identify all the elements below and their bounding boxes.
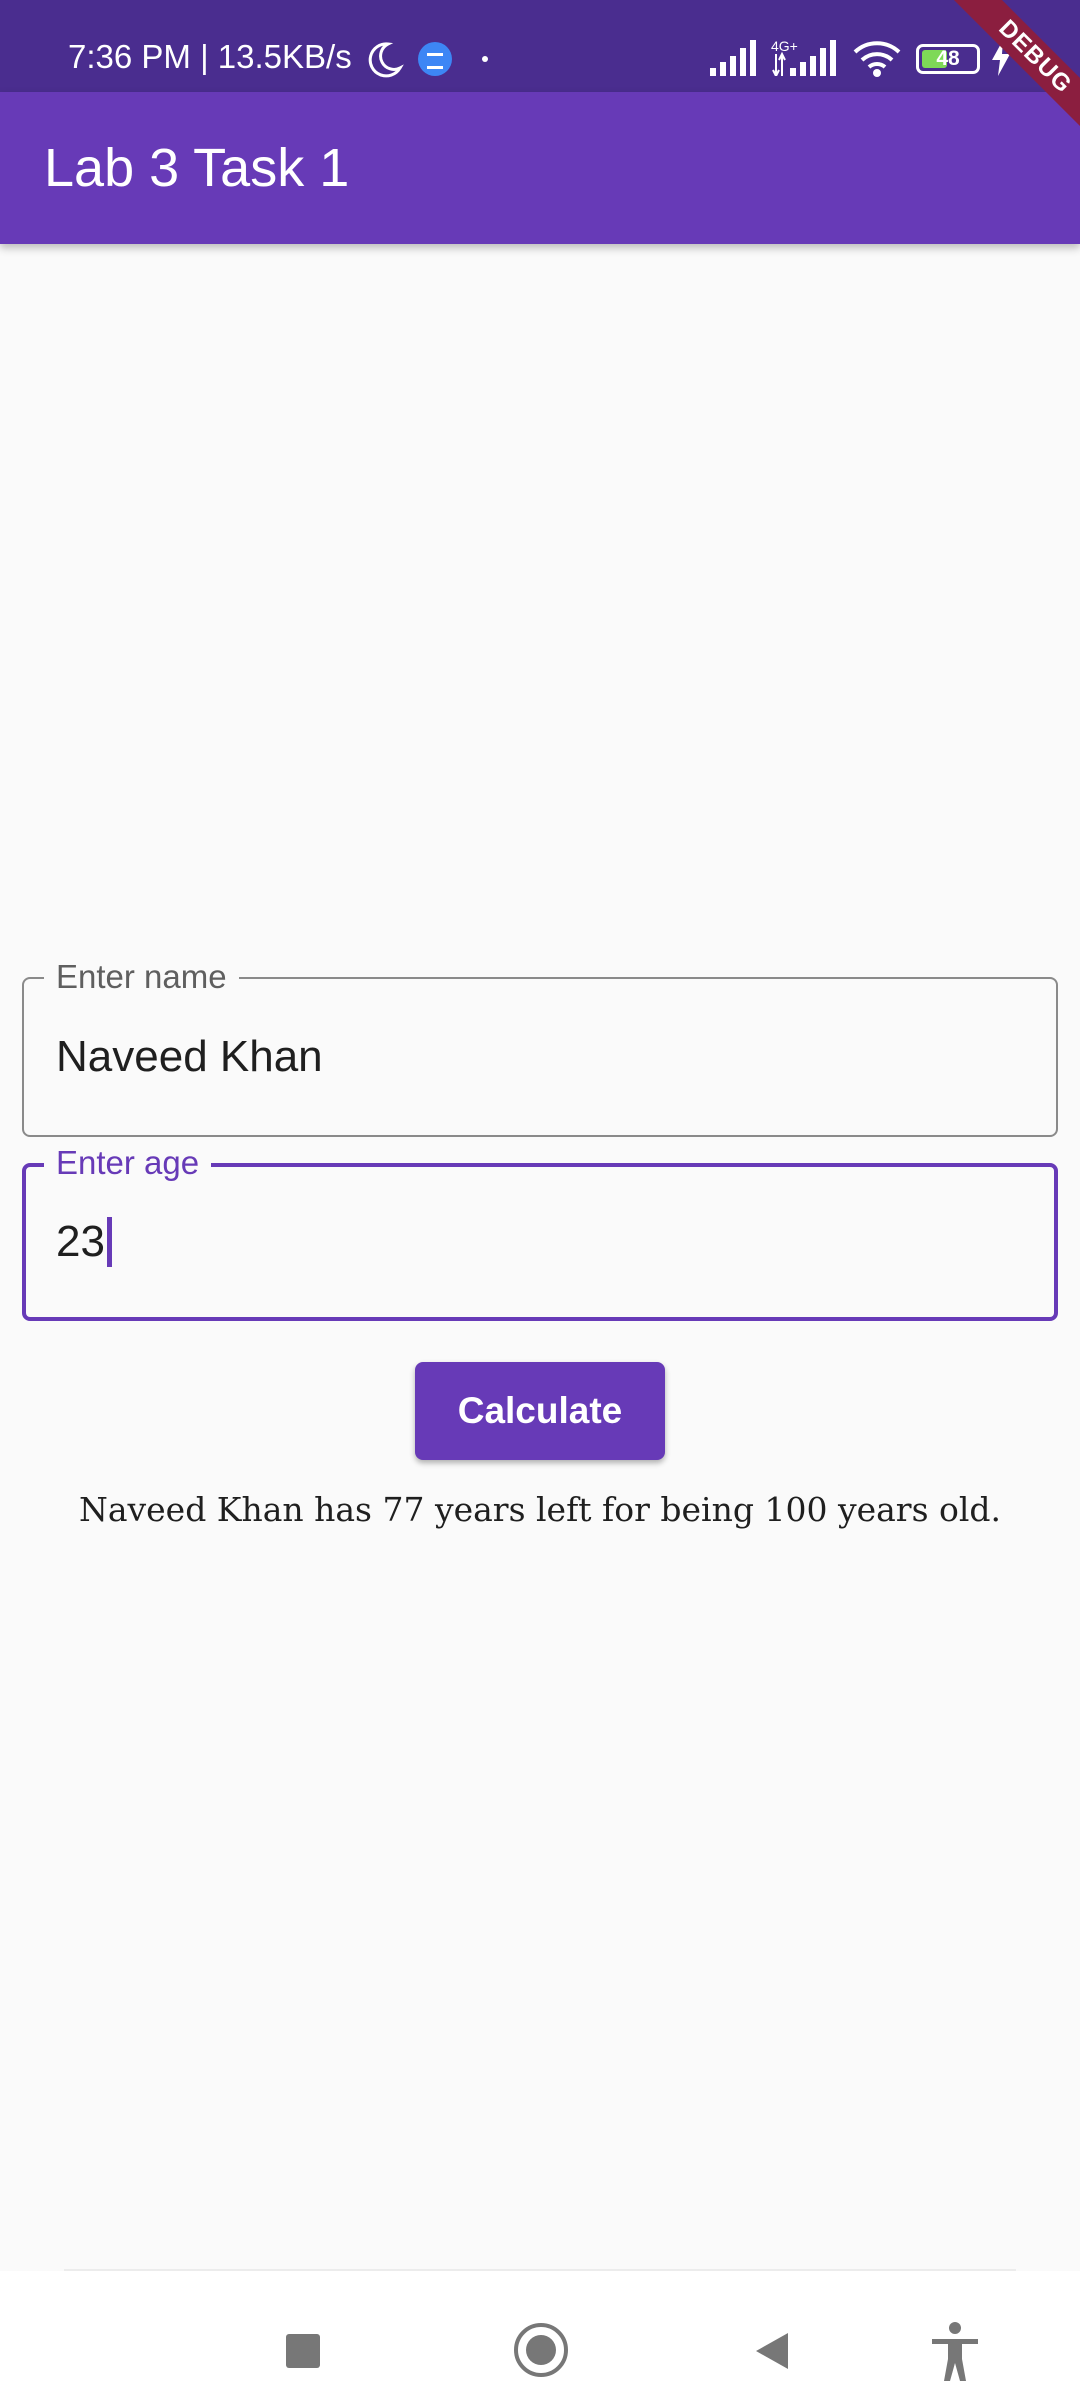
accessibility-icon[interactable] — [930, 2321, 980, 2383]
signal-2-icon — [772, 40, 836, 76]
name-field[interactable]: Enter name Naveed Khan — [22, 957, 1058, 1137]
message-icon — [418, 42, 452, 76]
signal-icon — [710, 40, 756, 76]
age-field-value: 23 — [56, 1217, 105, 1266]
battery-icon: 48 — [916, 44, 980, 74]
app-bar: Lab 3 Task 1 — [0, 92, 1080, 244]
calculate-button[interactable]: Calculate — [415, 1362, 665, 1460]
result-text: Naveed Khan has 77 years left for being … — [78, 1490, 1002, 1529]
battery-level: 48 — [936, 47, 960, 70]
name-field-value-wrap: Naveed Khan — [56, 979, 323, 1135]
recents-icon[interactable] — [286, 2334, 320, 2368]
notification-dot-icon — [482, 56, 488, 62]
status-time-speed: 7:36 PM | 13.5KB/s — [68, 38, 352, 75]
app-title: Lab 3 Task 1 — [44, 138, 350, 198]
back-icon[interactable] — [754, 2331, 790, 2371]
status-bar: 7:36 PM | 13.5KB/s 4G+ 48 — [0, 0, 1080, 92]
name-field-value: Naveed Khan — [56, 1032, 323, 1081]
home-icon[interactable] — [514, 2323, 568, 2377]
moon-icon — [368, 42, 404, 78]
text-caret-icon — [106, 1217, 112, 1267]
system-nav-bar — [0, 2271, 1080, 2400]
age-field[interactable]: Enter age 23 — [22, 1143, 1058, 1321]
age-field-value-wrap: 23 — [56, 1167, 112, 1317]
wifi-icon — [853, 41, 901, 77]
